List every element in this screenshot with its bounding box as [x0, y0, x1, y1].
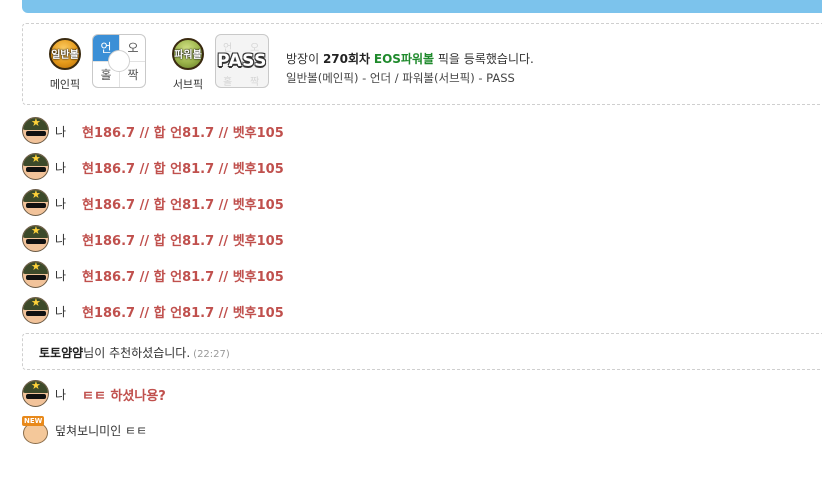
recommender-nickname[interactable]: 토토얌얌 — [39, 346, 83, 360]
chat-text: 덮쳐보니미인 ㅌㅌ — [55, 424, 148, 438]
pick-message-suffix: 픽을 등록했습니다. — [434, 52, 534, 66]
chat-text: 현186.7 // 합 언81.7 // 벳후105 — [82, 270, 284, 285]
normal-ball-icon: 일반볼 — [49, 38, 81, 70]
pick-message-prefix: 방장이 — [286, 52, 323, 66]
normal-ball-caption: 메인픽 — [49, 78, 81, 91]
chat-text: 현186.7 // 합 언81.7 // 벳후105 — [82, 162, 284, 177]
chat-text: ㅌㅌ 하셨나용? — [82, 389, 166, 404]
chat-sender[interactable]: 나 — [55, 303, 66, 320]
ghost-even: 짝 — [250, 77, 260, 88]
chat-sender[interactable]: 나 — [55, 231, 66, 248]
user-avatar-icon[interactable]: ★ — [22, 261, 49, 288]
power-ball-icon: 파워볼 — [172, 38, 204, 70]
chat-sender[interactable]: 나 — [55, 123, 66, 140]
user-avatar-icon[interactable]: ★ — [22, 380, 49, 407]
normal-ball-pick: 일반볼 메인픽 — [43, 38, 87, 92]
chat-sender[interactable]: 나 — [55, 195, 66, 212]
user-avatar-icon[interactable]: ★ — [22, 117, 49, 144]
grid-center-circle — [108, 50, 130, 72]
pick-message-line1: 방장이 270회차 EOS파워볼 픽을 등록했습니다. — [286, 50, 534, 69]
user-avatar-icon[interactable]: ★ — [22, 189, 49, 216]
new-user-avatar-icon[interactable]: NEW — [22, 416, 49, 444]
recommend-notice: 토토얌얌님이 추천하셨습니다. (22:27) — [22, 333, 822, 370]
user-avatar-icon[interactable]: ★ — [22, 153, 49, 180]
recommend-time: (22:27) — [193, 349, 230, 360]
ghost-odd: 홀 — [223, 77, 233, 88]
recommend-text: 님이 추천하셨습니다. — [83, 346, 191, 360]
chat-sender[interactable]: 나 — [55, 159, 66, 176]
power-ball-pass-card: 언 오 홀 짝 PASS — [215, 34, 269, 88]
chat-text: 현186.7 // 합 언81.7 // 벳후105 — [82, 126, 284, 141]
chat-text: 현186.7 // 합 언81.7 // 벳후105 — [82, 234, 284, 249]
chat-sender[interactable]: 나 — [55, 267, 66, 284]
chat-text: 현186.7 // 합 언81.7 // 벳후105 — [82, 306, 284, 321]
power-ball-pick: 파워볼 서브픽 — [166, 38, 210, 92]
pick-registration-card: 일반볼 메인픽 언 오 홀 짝 파워볼 서브픽 언 오 홀 짝 PASS 방장이… — [22, 23, 822, 105]
user-avatar-icon[interactable]: ★ — [22, 297, 49, 324]
pick-message: 방장이 270회차 EOS파워볼 픽을 등록했습니다. 일반볼(메인픽) - 언… — [286, 50, 534, 88]
pass-label: PASS — [217, 51, 267, 71]
chat-text: 현186.7 // 합 언81.7 // 벳후105 — [82, 198, 284, 213]
pick-game-name: EOS파워볼 — [373, 52, 435, 66]
pick-message-detail: 일반볼(메인픽) - 언더 / 파워볼(서브픽) - PASS — [286, 71, 515, 85]
normal-ball-choice-grid: 언 오 홀 짝 — [92, 34, 146, 88]
user-avatar-icon[interactable]: ★ — [22, 225, 49, 252]
new-badge: NEW — [22, 416, 45, 426]
recommend-notice-text: 토토얌얌님이 추천하셨습니다. (22:27) — [39, 344, 230, 361]
chat-sender[interactable]: 나 — [55, 386, 66, 403]
power-ball-caption: 서브픽 — [172, 78, 204, 91]
top-banner-bar — [22, 0, 822, 13]
pick-round: 270회차 — [322, 52, 371, 66]
